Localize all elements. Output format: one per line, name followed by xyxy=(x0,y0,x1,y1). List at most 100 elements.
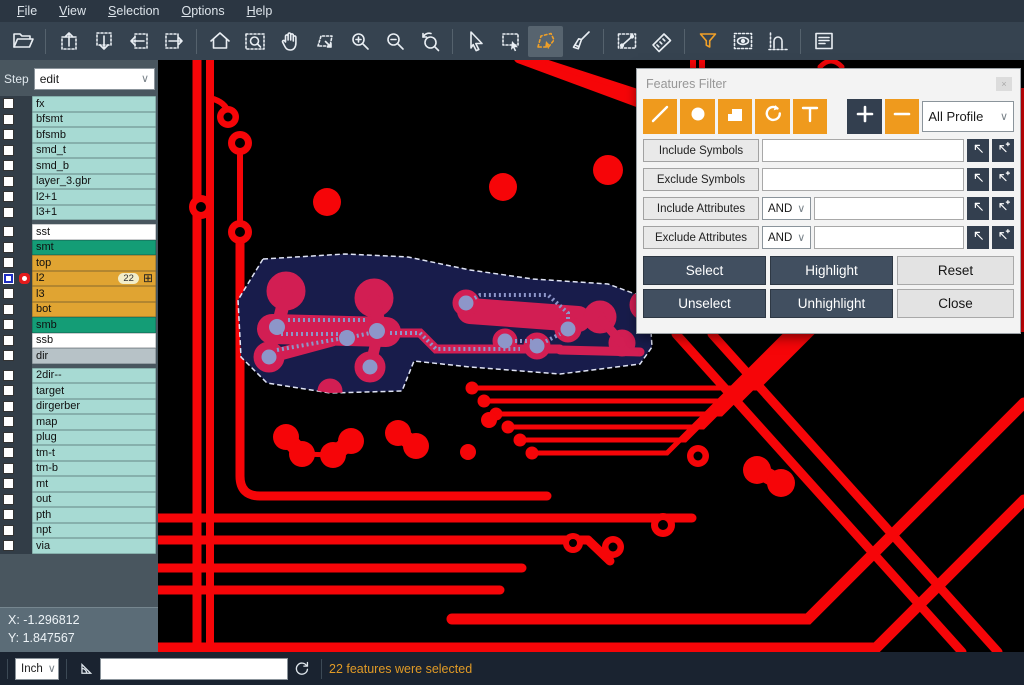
paste-up-button[interactable] xyxy=(51,26,86,57)
pan-hand-button[interactable] xyxy=(272,26,307,57)
layer-row-target[interactable]: target xyxy=(0,383,158,399)
layer-checkbox[interactable] xyxy=(3,191,14,202)
layer-checkbox[interactable] xyxy=(3,370,14,381)
layer-checkbox[interactable] xyxy=(3,509,14,520)
layer-checkbox[interactable] xyxy=(3,416,14,427)
layer-checkbox[interactable] xyxy=(3,160,14,171)
unhighlight-button[interactable]: Unhighlight xyxy=(770,289,893,318)
layer-checkbox[interactable] xyxy=(3,176,14,187)
layer-label[interactable]: plug xyxy=(32,430,156,446)
pick-arrow-button[interactable] xyxy=(967,226,989,249)
tool-minus-button[interactable] xyxy=(885,99,919,134)
unselect-button[interactable]: Unselect xyxy=(643,289,766,318)
step-select[interactable]: edit ∨ xyxy=(34,68,155,90)
layer-label[interactable]: bot xyxy=(32,302,156,318)
menu-selection[interactable]: Selection xyxy=(97,0,170,22)
filter-value-input[interactable] xyxy=(814,226,964,249)
select-arrow-button[interactable] xyxy=(458,26,493,57)
layer-checkbox[interactable] xyxy=(3,114,14,125)
tool-surface-button[interactable] xyxy=(718,99,752,134)
layer-label[interactable]: mt xyxy=(32,476,156,492)
layer-checkbox[interactable] xyxy=(3,145,14,156)
layer-row-map[interactable]: map xyxy=(0,414,158,430)
layer-row-bfsmt[interactable]: bfsmt xyxy=(0,112,158,128)
layer-row-bfsmb[interactable]: bfsmb xyxy=(0,127,158,143)
layer-checkbox[interactable] xyxy=(3,432,14,443)
filter-funnel-button[interactable] xyxy=(690,26,725,57)
layer-label[interactable]: tm-t xyxy=(32,445,156,461)
layer-label[interactable]: smb xyxy=(32,317,156,333)
layer-label[interactable]: l3+1 xyxy=(32,205,156,221)
layer-row-ssb[interactable]: ssb xyxy=(0,333,158,349)
layer-checkbox[interactable] xyxy=(3,129,14,140)
layer-checkbox[interactable] xyxy=(3,242,14,253)
layer-label[interactable]: l222⊞ xyxy=(32,271,156,287)
layer-label[interactable]: 2dir-- xyxy=(32,368,156,384)
zoom-fit-button[interactable] xyxy=(237,26,272,57)
profile-select[interactable]: All Profile ∨ xyxy=(922,101,1014,132)
reset-button[interactable]: Reset xyxy=(897,256,1014,285)
layer-checkbox[interactable] xyxy=(3,494,14,505)
paste-down-button[interactable] xyxy=(86,26,121,57)
layer-row-l3+1[interactable]: l3+1 xyxy=(0,205,158,221)
layer-checkbox[interactable] xyxy=(3,257,14,268)
layer-row-bot[interactable]: bot xyxy=(0,302,158,318)
layer-row-fx[interactable]: fx xyxy=(0,96,158,112)
pick-arrow-add-button[interactable] xyxy=(992,139,1014,162)
zoom-previous-button[interactable] xyxy=(412,26,447,57)
layer-label[interactable]: via xyxy=(32,538,156,554)
angle-corner-icon[interactable] xyxy=(74,659,100,678)
select-rect-button[interactable] xyxy=(493,26,528,57)
layer-label[interactable]: dirgerber xyxy=(32,399,156,415)
layer-row-plug[interactable]: plug xyxy=(0,430,158,446)
tool-arc-button[interactable] xyxy=(755,99,789,134)
select-polygon-button[interactable] xyxy=(528,26,563,57)
layer-checkbox[interactable] xyxy=(3,447,14,458)
layer-label[interactable]: smd_t xyxy=(32,143,156,159)
layer-row-l2[interactable]: l222⊞ xyxy=(0,271,158,287)
layer-row-dir[interactable]: dir xyxy=(0,348,158,364)
layer-row-smd_b[interactable]: smd_b xyxy=(0,158,158,174)
layer-row-tm-t[interactable]: tm-t xyxy=(0,445,158,461)
layer-row-layer_3.gbr[interactable]: layer_3.gbr xyxy=(0,174,158,190)
filter-value-input[interactable] xyxy=(762,139,964,162)
layer-label[interactable]: fx xyxy=(32,96,156,112)
layer-label[interactable]: out xyxy=(32,492,156,508)
layer-label[interactable]: dir xyxy=(32,348,156,364)
snap-net-button[interactable] xyxy=(760,26,795,57)
layer-checkbox[interactable] xyxy=(3,478,14,489)
layer-row-2dir--[interactable]: 2dir-- xyxy=(0,368,158,384)
command-input[interactable] xyxy=(100,658,288,680)
layer-label[interactable]: smd_b xyxy=(32,158,156,174)
pick-arrow-button[interactable] xyxy=(967,139,989,162)
layer-checkbox[interactable] xyxy=(3,304,14,315)
clean-brush-button[interactable] xyxy=(563,26,598,57)
pick-arrow-add-button[interactable] xyxy=(992,197,1014,220)
layer-checkbox[interactable] xyxy=(3,288,14,299)
layer-checkbox[interactable] xyxy=(3,273,14,284)
filter-label-button[interactable]: Exclude Attributes xyxy=(643,226,759,249)
dialog-titlebar[interactable]: Features Filter × xyxy=(637,69,1020,96)
layer-checkbox[interactable] xyxy=(3,226,14,237)
select-button[interactable]: Select xyxy=(643,256,766,285)
layer-label[interactable]: tm-b xyxy=(32,461,156,477)
layer-checkbox[interactable] xyxy=(3,540,14,551)
layer-row-pth[interactable]: pth xyxy=(0,507,158,523)
layer-checkbox[interactable] xyxy=(3,385,14,396)
layer-row-tm-b[interactable]: tm-b xyxy=(0,461,158,477)
operator-select[interactable]: AND∨ xyxy=(762,226,811,249)
layer-row-smt[interactable]: smt xyxy=(0,240,158,256)
layer-row-top[interactable]: top xyxy=(0,255,158,271)
tool-line-button[interactable] xyxy=(643,99,677,134)
sync-icon[interactable] xyxy=(288,659,314,678)
tool-plus-button[interactable] xyxy=(847,99,881,134)
layer-label[interactable]: pth xyxy=(32,507,156,523)
layer-row-mt[interactable]: mt xyxy=(0,476,158,492)
pick-arrow-add-button[interactable] xyxy=(992,168,1014,191)
layer-checkbox[interactable] xyxy=(3,98,14,109)
menu-options[interactable]: Options xyxy=(170,0,235,22)
layer-label[interactable]: l2+1 xyxy=(32,189,156,205)
pick-arrow-add-button[interactable] xyxy=(992,226,1014,249)
filter-value-input[interactable] xyxy=(814,197,964,220)
close-button[interactable]: Close xyxy=(897,289,1014,318)
